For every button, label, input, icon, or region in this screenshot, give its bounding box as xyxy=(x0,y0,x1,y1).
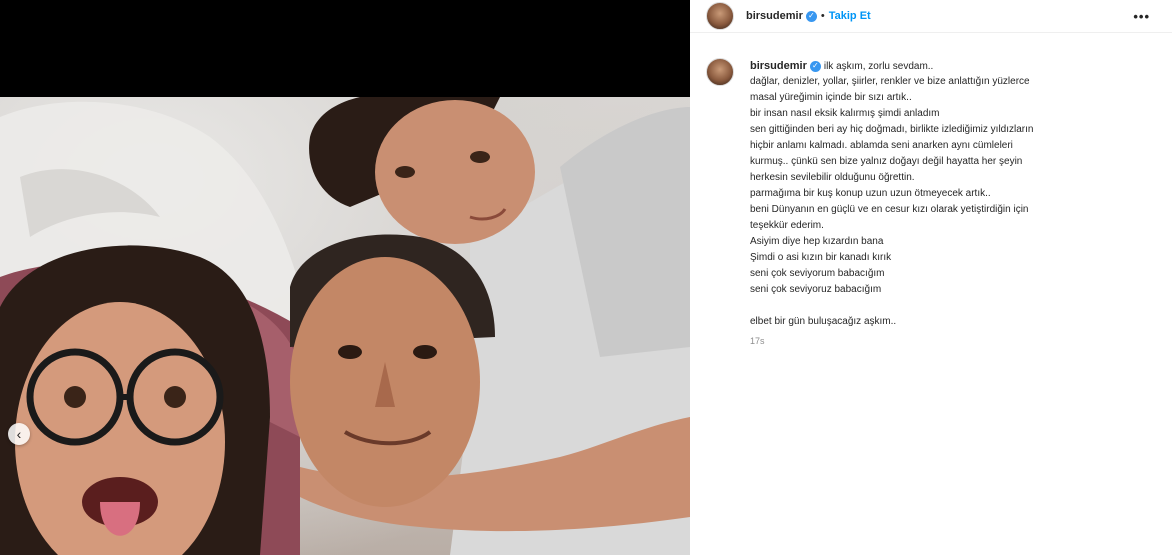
caption-line: hiçbir anlamı kalmadı. ablamda seni anar… xyxy=(750,140,1013,151)
caption-line: sen gittiğinden beri ay hiç doğmadı, bir… xyxy=(750,124,1034,135)
post-timestamp[interactable]: 17s xyxy=(750,336,1150,346)
caption-line: masal yüreğimin içinde bir sızı artık.. xyxy=(750,92,912,103)
caption-body: birsudemir ✓ ilk aşkım, zorlu sevdam.. d… xyxy=(750,58,1150,347)
caption-line: Şimdi o asi kızın bir kanadı kırık xyxy=(750,252,892,263)
caption-first-line: birsudemir ✓ ilk aşkım, zorlu sevdam.. xyxy=(750,58,1150,74)
caption-username-link[interactable]: birsudemir xyxy=(750,60,807,73)
chevron-left-icon: ‹ xyxy=(16,426,22,442)
caption-first-text: ilk aşkım, zorlu sevdam.. xyxy=(823,60,934,72)
caption-line: beni Dünyanın en güçlü ve en cesur kızı … xyxy=(750,204,1029,215)
post-header: birsudemir ✓ • Takip Et ••• xyxy=(690,0,1172,33)
post-photo[interactable]: ‹ xyxy=(0,97,690,555)
caption-line: kurmuş.. çünkü sen bize yalnız doğayı de… xyxy=(750,156,1023,167)
caption-line: teşekkür ederim. xyxy=(750,220,824,231)
caption-line: dağlar, denizler, yollar, şiirler, renkl… xyxy=(750,76,1030,87)
caption-closing-line: elbet bir gün buluşacağız aşkım.. xyxy=(750,316,897,327)
avatar[interactable] xyxy=(706,2,734,30)
separator-dot: • xyxy=(820,10,825,22)
caption-avatar[interactable] xyxy=(706,58,734,86)
photo-illustration xyxy=(0,97,690,555)
caption-line: Asiyim diye hep kızardın bana xyxy=(750,236,884,247)
previous-photo-button[interactable]: ‹ xyxy=(8,423,30,445)
caption-line: seni çok seviyorum babacığım xyxy=(750,268,885,279)
verified-badge-icon: ✓ xyxy=(809,60,821,72)
username-link[interactable]: birsudemir xyxy=(746,10,803,22)
caption-line: bir insan nasıl eksik kalırmış şimdi anl… xyxy=(750,108,940,119)
caption-line: parmağıma bir kuş konup uzun uzun ötmeye… xyxy=(750,188,991,199)
caption-comment: birsudemir ✓ ilk aşkım, zorlu sevdam.. d… xyxy=(706,58,1156,346)
caption-text: dağlar, denizler, yollar, şiirler, renkl… xyxy=(750,74,1150,330)
caption-line: herkesin sevilebilir olduğunu öğrettin. xyxy=(750,172,915,183)
more-options-icon[interactable]: ••• xyxy=(1133,9,1150,24)
post-side-pane: birsudemir ✓ • Takip Et ••• birsudemir ✓… xyxy=(690,0,1172,555)
caption-line: seni çok seviyoruz babacığım xyxy=(750,284,882,295)
follow-button[interactable]: Takip Et xyxy=(829,10,871,22)
verified-badge-icon: ✓ xyxy=(805,10,817,22)
post-media-pane: ‹ xyxy=(0,0,690,555)
